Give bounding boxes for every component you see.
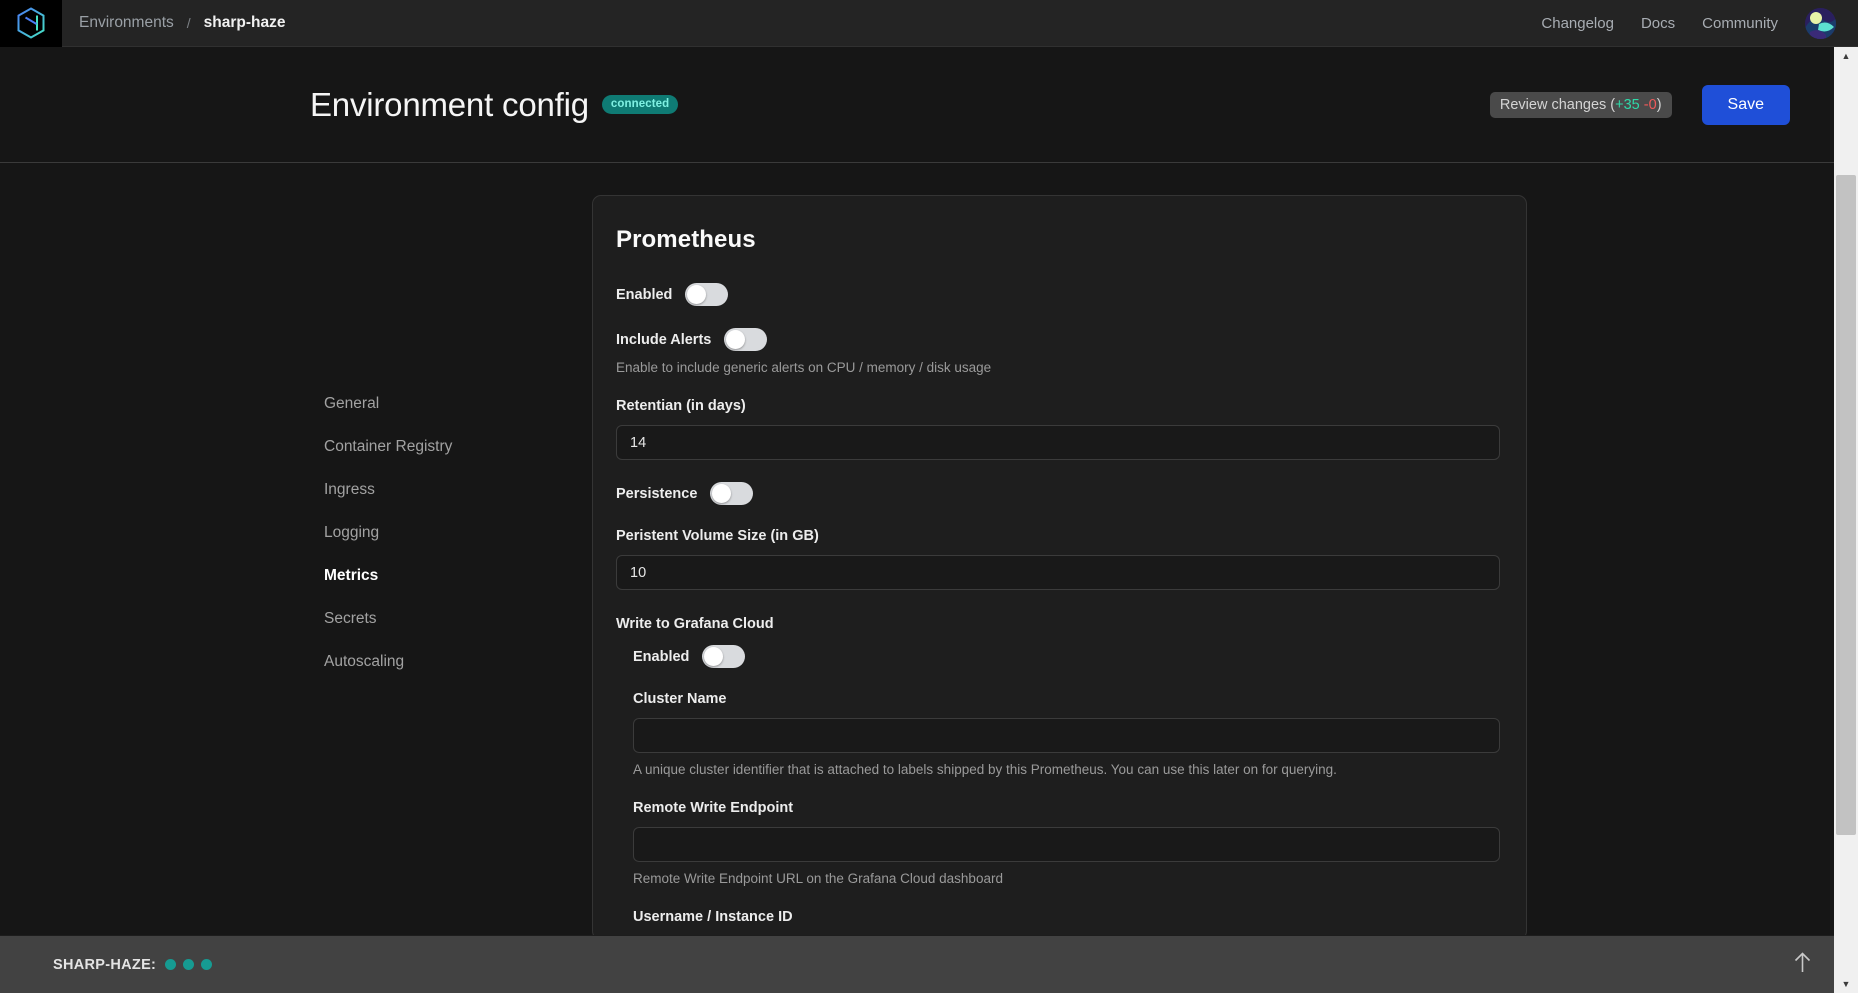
breadcrumb-environments-link[interactable]: Environments: [79, 14, 174, 32]
app-logo[interactable]: [0, 0, 62, 47]
sidebar-item-secrets[interactable]: Secrets: [324, 610, 592, 628]
grafana-cloud-section-body: Enabled Cluster Name A unique cluster id…: [616, 645, 1500, 939]
sidebar-item-metrics[interactable]: Metrics: [324, 567, 592, 585]
prometheus-enabled-field: Enabled: [616, 283, 1500, 306]
persistent-volume-size-input[interactable]: [616, 555, 1500, 590]
bottom-status-bar: SHARP-HAZE:: [0, 935, 1834, 993]
sidebar-item-general[interactable]: General: [324, 395, 592, 413]
page-header: Environment config connected Review chan…: [0, 47, 1858, 163]
status-badge: connected: [601, 95, 679, 114]
top-navigation-bar: Environments / sharp-haze Changelog Docs…: [0, 0, 1858, 47]
persistent-volume-size-field: Peristent Volume Size (in GB): [616, 527, 1500, 590]
retention-field: Retentian (in days): [616, 397, 1500, 460]
arrow-up-icon[interactable]: [1793, 951, 1812, 978]
include-alerts-label: Include Alerts: [616, 331, 712, 348]
username-instance-id-label: Username / Instance ID: [633, 909, 793, 925]
review-changes-deletions: -0: [1643, 96, 1657, 113]
environment-status: SHARP-HAZE:: [53, 956, 213, 973]
retention-input[interactable]: [616, 425, 1500, 460]
grafana-enabled-toggle[interactable]: [702, 645, 746, 668]
scrollbar-thumb[interactable]: [1836, 175, 1856, 835]
grafana-enabled-label: Enabled: [633, 648, 690, 665]
sidebar-item-autoscaling[interactable]: Autoscaling: [324, 653, 592, 671]
nav-link-community[interactable]: Community: [1702, 15, 1778, 32]
scroll-up-arrow-icon[interactable]: ▲: [1834, 47, 1858, 65]
include-alerts-row: Include Alerts: [616, 328, 1500, 351]
remote-write-endpoint-input[interactable]: [633, 827, 1500, 862]
cluster-name-field: Cluster Name A unique cluster identifier…: [633, 690, 1500, 777]
service-status-dots: [165, 959, 213, 970]
page-title-group: Environment config connected: [310, 85, 679, 124]
prometheus-enabled-toggle[interactable]: [685, 283, 729, 306]
persistence-toggle[interactable]: [710, 482, 754, 505]
include-alerts-field: Include Alerts Enable to include generic…: [616, 328, 1500, 375]
include-alerts-toggle[interactable]: [724, 328, 768, 351]
header-actions: Review changes (+35 -0) Save: [1489, 84, 1790, 125]
nav-link-changelog[interactable]: Changelog: [1541, 15, 1614, 32]
environment-name-label: SHARP-HAZE:: [53, 956, 157, 973]
scroll-down-arrow-icon[interactable]: ▼: [1834, 975, 1858, 993]
config-sidebar: General Container Registry Ingress Loggi…: [0, 163, 592, 993]
top-navigation-links: Changelog Docs Community: [1541, 7, 1858, 39]
app-root: Environments / sharp-haze Changelog Docs…: [0, 0, 1858, 993]
panel-title: Prometheus: [616, 226, 756, 253]
include-alerts-help-text: Enable to include generic alerts on CPU …: [616, 360, 992, 375]
persistence-row: Persistence: [616, 482, 1500, 505]
hexagon-logo-icon: [17, 7, 45, 39]
page-body: General Container Registry Ingress Loggi…: [0, 163, 1858, 993]
breadcrumb-separator: /: [186, 15, 191, 31]
arrow-up-glyph: [1794, 951, 1811, 972]
grafana-enabled-field: Enabled: [633, 645, 1500, 668]
review-changes-button[interactable]: Review changes (+35 -0): [1489, 91, 1672, 118]
remote-write-endpoint-field: Remote Write Endpoint Remote Write Endpo…: [633, 799, 1500, 886]
remote-write-endpoint-label: Remote Write Endpoint: [633, 800, 794, 816]
persistence-label: Persistence: [616, 485, 698, 502]
grafana-enabled-row: Enabled: [633, 645, 1500, 668]
status-dot[interactable]: [183, 959, 195, 970]
review-changes-suffix: ): [1656, 96, 1662, 113]
prometheus-enabled-label: Enabled: [616, 286, 673, 303]
persistent-volume-size-label: Peristent Volume Size (in GB): [616, 528, 819, 544]
review-changes-prefix: Review changes (: [1499, 96, 1616, 113]
sidebar-item-logging[interactable]: Logging: [324, 524, 592, 542]
cluster-name-help-text: A unique cluster identifier that is atta…: [633, 762, 1337, 777]
user-avatar[interactable]: [1805, 7, 1836, 39]
breadcrumb-current-environment: sharp-haze: [203, 14, 286, 31]
sidebar-item-ingress[interactable]: Ingress: [324, 481, 592, 499]
page-title: Environment config: [310, 85, 589, 123]
breadcrumb: Environments / sharp-haze: [79, 14, 286, 32]
avatar-image: [1805, 7, 1836, 39]
nav-link-docs[interactable]: Docs: [1641, 15, 1675, 32]
grafana-cloud-section: Write to Grafana Cloud Enabled Cluster N…: [616, 616, 1500, 939]
page-scrollbar[interactable]: ▲ ▼: [1834, 47, 1858, 993]
save-button[interactable]: Save: [1701, 84, 1790, 125]
status-dot[interactable]: [165, 959, 177, 970]
review-changes-additions: +35: [1615, 96, 1640, 113]
prometheus-settings-panel: Prometheus Enabled Include Alerts Enable…: [592, 195, 1527, 940]
cluster-name-label: Cluster Name: [633, 691, 727, 707]
remote-write-endpoint-help-text: Remote Write Endpoint URL on the Grafana…: [633, 871, 1003, 886]
prometheus-enabled-row: Enabled: [616, 283, 1500, 306]
cluster-name-input[interactable]: [633, 718, 1500, 753]
persistence-field: Persistence: [616, 482, 1500, 505]
retention-label: Retentian (in days): [616, 398, 746, 414]
grafana-cloud-section-title: Write to Grafana Cloud: [616, 616, 774, 632]
sidebar-item-container-registry[interactable]: Container Registry: [324, 438, 592, 456]
status-dot[interactable]: [201, 959, 213, 970]
